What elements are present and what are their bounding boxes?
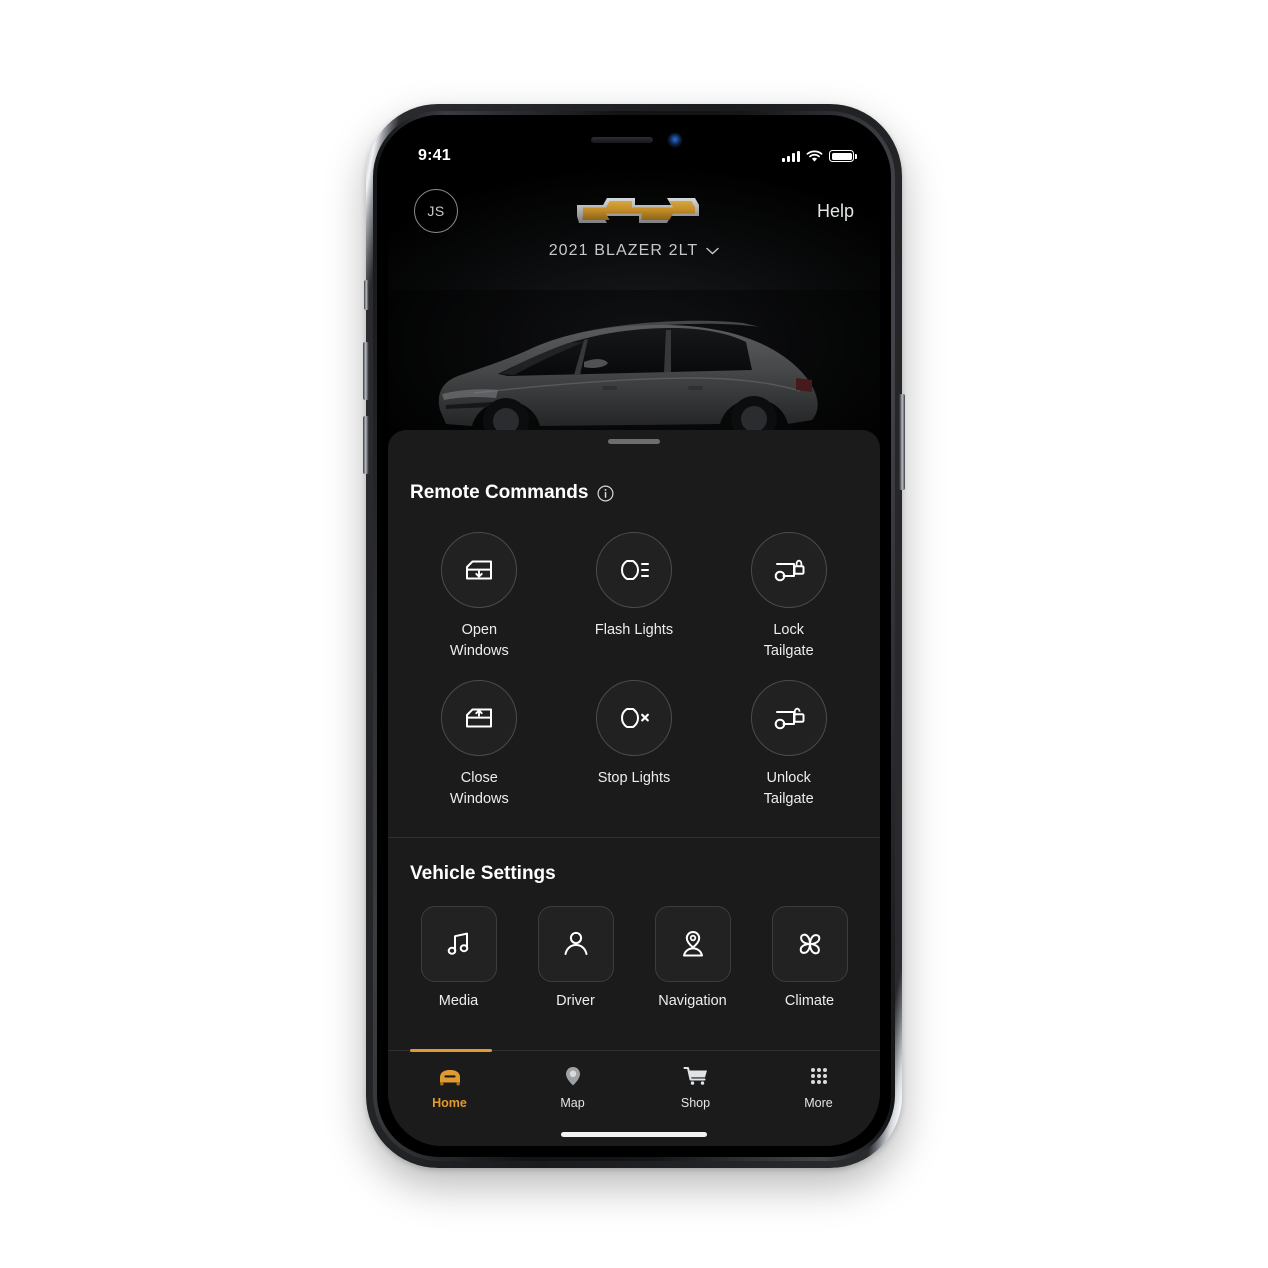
fan-blades-icon bbox=[799, 933, 820, 955]
remote-commands-title: Remote Commands bbox=[410, 482, 589, 503]
navigation-label: Navigation bbox=[658, 993, 727, 1010]
vehicle-setting-navigation[interactable]: Navigation bbox=[636, 906, 749, 1009]
device-notch bbox=[545, 126, 723, 154]
remote-commands-header: Remote Commands bbox=[388, 444, 880, 504]
vehicle-setting-climate[interactable]: Climate bbox=[753, 906, 866, 1009]
music-note-icon bbox=[447, 932, 468, 955]
remote-command-flash-lights[interactable]: Flash Lights bbox=[557, 532, 712, 662]
battery-full-icon bbox=[829, 150, 857, 162]
location-pin-icon bbox=[565, 1067, 580, 1086]
phone-device-frame: 9:41 JS Help 2021 BLAZER 2LT Remote Comm… bbox=[363, 104, 905, 1168]
remote-command-stop-lights[interactable]: Stop Lights bbox=[557, 680, 712, 810]
tab-map[interactable]: Map bbox=[511, 1063, 634, 1110]
vehicle-selector[interactable]: 2021 BLAZER 2LT bbox=[388, 242, 880, 260]
screenshot-stage: 9:41 JS Help 2021 BLAZER 2LT Remote Comm… bbox=[0, 0, 1268, 1268]
home-indicator[interactable] bbox=[561, 1132, 707, 1137]
volume-up-hardware-button[interactable] bbox=[363, 342, 369, 400]
vehicle-setting-media[interactable]: Media bbox=[402, 906, 515, 1009]
map-pin-person-icon bbox=[682, 931, 703, 957]
window-up-icon bbox=[466, 708, 493, 728]
driver-button[interactable] bbox=[537, 906, 614, 983]
climate-button[interactable] bbox=[771, 906, 848, 983]
status-bar-indicators bbox=[782, 150, 857, 163]
chevrolet-bowtie-logo bbox=[577, 198, 700, 223]
climate-label: Climate bbox=[784, 993, 835, 1010]
vehicle-hero-background bbox=[388, 126, 880, 458]
tailgate-unlock-icon bbox=[774, 707, 805, 730]
headlight-off-icon bbox=[620, 708, 649, 729]
car-front-icon bbox=[439, 1070, 460, 1086]
stop-lights-label: Stop Lights bbox=[597, 770, 671, 787]
remote-command-unlock-tailgate[interactable]: Unlock Tailgate bbox=[711, 680, 866, 810]
lock-tailgate-label: Lock Tailgate bbox=[763, 622, 814, 660]
window-down-icon bbox=[466, 560, 493, 580]
remote-command-close-windows[interactable]: Close Windows bbox=[402, 680, 557, 810]
avatar[interactable]: JS bbox=[414, 189, 458, 233]
tab-home-label: Home bbox=[432, 1096, 467, 1110]
unlock-tailgate-button[interactable] bbox=[750, 680, 827, 757]
media-button[interactable] bbox=[420, 906, 497, 983]
tab-map-label: Map bbox=[560, 1096, 585, 1110]
remote-command-open-windows[interactable]: Open Windows bbox=[402, 532, 557, 662]
bottom-sheet: Remote Commands Open Windows Flash Light… bbox=[388, 430, 880, 1146]
remote-commands-grid: Open Windows Flash Lights Lock Tailgate … bbox=[388, 504, 880, 810]
tab-shop-label: Shop bbox=[680, 1096, 711, 1110]
grid-dots-icon bbox=[810, 1068, 827, 1084]
lock-tailgate-button[interactable] bbox=[750, 532, 827, 608]
status-bar-clock: 9:41 bbox=[418, 147, 451, 164]
sheet-content: Remote Commands Open Windows Flash Light… bbox=[388, 444, 880, 1050]
avatar-initials: JS bbox=[427, 203, 445, 219]
active-tab-indicator bbox=[410, 1049, 492, 1052]
cellular-signal-icon bbox=[782, 150, 800, 162]
power-hardware-button[interactable] bbox=[899, 394, 905, 490]
mute-switch-hardware-button[interactable] bbox=[364, 280, 369, 310]
vehicle-name-label: 2021 BLAZER 2LT bbox=[548, 242, 699, 259]
tab-home[interactable]: Home bbox=[388, 1063, 511, 1110]
tab-more-label: More bbox=[804, 1096, 833, 1110]
info-circle-icon[interactable] bbox=[597, 484, 614, 502]
media-label: Media bbox=[438, 993, 479, 1010]
open-windows-label: Open Windows bbox=[449, 622, 509, 660]
earpiece-speaker bbox=[591, 137, 653, 143]
remote-command-lock-tailgate[interactable]: Lock Tailgate bbox=[711, 532, 866, 662]
open-windows-button[interactable] bbox=[441, 532, 518, 608]
tailgate-lock-icon bbox=[774, 559, 805, 582]
navigation-button[interactable] bbox=[654, 906, 731, 983]
vehicle-setting-driver[interactable]: Driver bbox=[519, 906, 632, 1009]
unlock-tailgate-label: Unlock Tailgate bbox=[763, 770, 814, 808]
driver-label: Driver bbox=[556, 993, 595, 1010]
driver-person-icon bbox=[564, 931, 587, 956]
chevron-down-icon bbox=[706, 247, 719, 255]
shopping-cart-icon bbox=[682, 1066, 707, 1085]
headlight-beam-icon bbox=[620, 560, 649, 580]
flash-lights-button[interactable] bbox=[595, 532, 672, 608]
tab-more[interactable]: More bbox=[757, 1063, 880, 1110]
close-windows-button[interactable] bbox=[441, 680, 518, 757]
close-windows-label: Close Windows bbox=[449, 770, 509, 808]
vehicle-settings-grid: Media Driver Navigation Climate bbox=[388, 885, 880, 1009]
help-button[interactable]: Help bbox=[817, 201, 854, 222]
phone-screen: 9:41 JS Help 2021 BLAZER 2LT Remote Comm… bbox=[388, 126, 880, 1146]
vehicle-settings-title: Vehicle Settings bbox=[410, 863, 556, 885]
front-camera bbox=[669, 134, 681, 146]
wifi-icon bbox=[806, 150, 823, 162]
app-header: JS Help bbox=[388, 178, 880, 244]
flash-lights-label: Flash Lights bbox=[594, 622, 674, 638]
stop-lights-button[interactable] bbox=[595, 680, 672, 757]
tab-shop[interactable]: Shop bbox=[634, 1063, 757, 1110]
volume-down-hardware-button[interactable] bbox=[363, 416, 369, 474]
